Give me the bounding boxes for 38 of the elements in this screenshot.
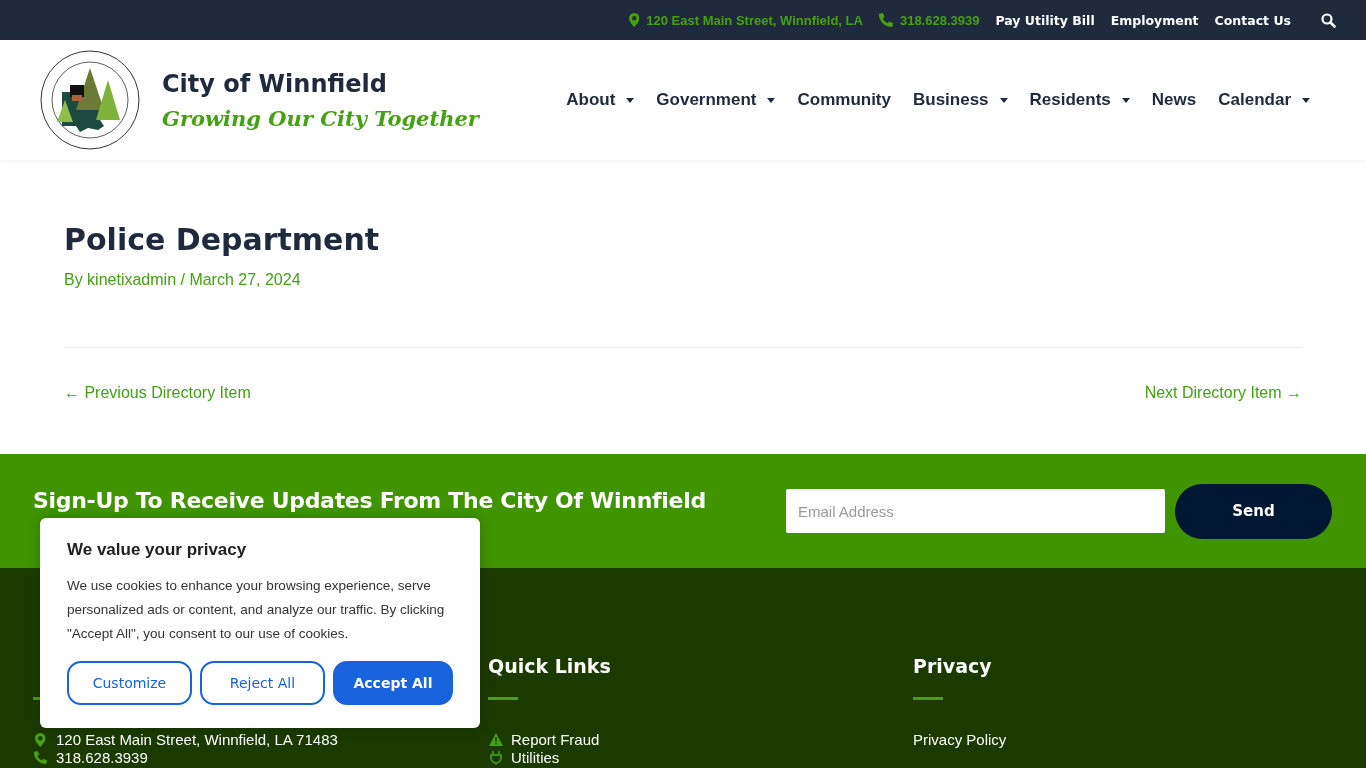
map-pin-icon	[35, 732, 46, 747]
send-button[interactable]: Send	[1175, 483, 1332, 539]
nav-item[interactable]: Residents	[1029, 90, 1130, 110]
plug-icon	[489, 750, 502, 765]
search-icon[interactable]	[1321, 12, 1336, 28]
nav-item[interactable]: Government	[656, 90, 776, 110]
signup-heading: Sign-Up To Receive Updates From The City Of Winnfield	[33, 489, 706, 513]
post-meta: By kinetixadmin / March 27, 2024	[64, 271, 302, 289]
footer-link[interactable]: Report Fraud	[488, 731, 600, 748]
nav-item[interactable]: About	[566, 90, 635, 110]
cookie-button[interactable]: Accept All	[332, 661, 453, 705]
page-title: Police Department	[64, 222, 381, 257]
footer-link[interactable]: Privacy Policy	[913, 731, 1007, 748]
warning-icon	[488, 733, 503, 746]
cookie-title: We value your privacy	[67, 540, 248, 560]
cookie-button[interactable]: Reject All	[199, 661, 325, 705]
top-link[interactable]: Pay Utility Bill	[995, 12, 1095, 28]
cookie-text: We use cookies to enhance your browsing experience, serve personalized ads or content, and analyze our traffic. By clicking "Accept All", you consent to our use of cookies.	[67, 577, 446, 643]
phone-text: 318.628.3939	[899, 12, 980, 28]
footer-link[interactable]: Utilities	[488, 749, 560, 766]
map-pin-icon	[628, 13, 640, 27]
footer-link[interactable]: 120 East Main Street, Winnfield, LA 71483	[33, 731, 338, 748]
phone-icon	[878, 13, 893, 27]
top-link[interactable]: Contact Us	[1214, 12, 1291, 28]
footer-heading: Privacy	[913, 655, 993, 677]
nav-item[interactable]: Business	[913, 90, 1008, 110]
footer-heading: Quick Links	[488, 655, 612, 677]
nav-item[interactable]: Community	[797, 90, 891, 110]
nav-item[interactable]: News	[1151, 90, 1197, 110]
address-text: 120 East Main Street, Winnfield, LA	[646, 12, 863, 28]
site-title[interactable]: City of Winnfield	[162, 69, 479, 98]
footer-link[interactable]: 318.628.3939	[33, 749, 148, 766]
phone-icon	[34, 751, 47, 764]
nav-item[interactable]: Calendar	[1218, 90, 1310, 110]
site-tagline: Growing Our City Together	[162, 105, 479, 131]
cookie-button[interactable]: Customize	[67, 661, 192, 705]
email-field[interactable]: Email Address	[786, 489, 1165, 533]
top-link[interactable]: Employment	[1110, 12, 1199, 28]
